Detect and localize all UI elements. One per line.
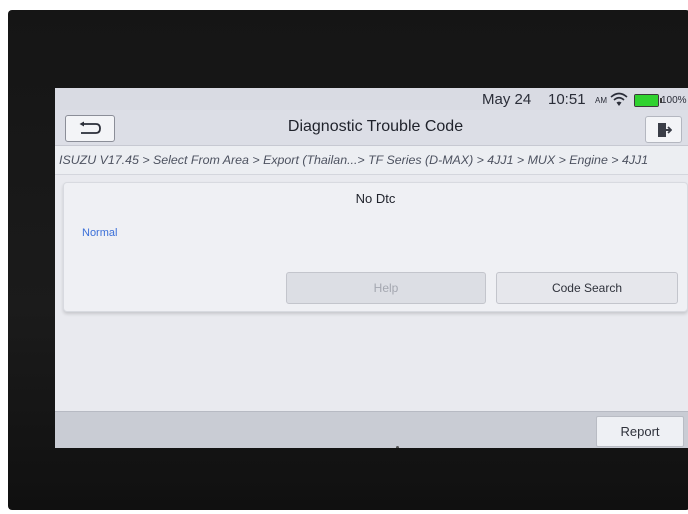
system-status[interactable]: Normal	[82, 227, 117, 239]
status-ampm: AM	[595, 96, 607, 105]
bottom-toolbar: Report	[55, 411, 688, 448]
breadcrumb: ISUZU V17.45 > Select From Area > Export…	[55, 146, 688, 175]
status-time: 10:51	[548, 91, 586, 108]
help-button[interactable]: Help	[286, 272, 486, 304]
page-title: Diagnostic Trouble Code	[287, 118, 464, 135]
result-title: No Dtc	[355, 191, 396, 206]
battery-level-fill	[635, 95, 658, 106]
dtc-result-panel: No Dtc Normal Help Code Search	[63, 182, 688, 312]
nav-indicator	[396, 446, 399, 448]
report-button[interactable]: Report	[596, 416, 684, 447]
exit-icon	[657, 122, 672, 137]
device-screen: May 24 10:51 AM 100% Diagnostic Trouble …	[55, 88, 688, 448]
exit-button[interactable]	[645, 116, 682, 143]
breadcrumb-path: ISUZU V17.45 > Select From Area > Export…	[59, 153, 649, 167]
device-bezel: May 24 10:51 AM 100% Diagnostic Trouble …	[8, 10, 688, 510]
status-date: May 24	[482, 91, 532, 108]
battery-icon	[634, 94, 662, 107]
status-bar: May 24 10:51 AM 100%	[55, 88, 688, 110]
wifi-icon	[610, 92, 628, 106]
battery-percentage: 100%	[661, 95, 687, 106]
code-search-button[interactable]: Code Search	[496, 272, 678, 304]
app-header: Diagnostic Trouble Code	[55, 110, 688, 146]
